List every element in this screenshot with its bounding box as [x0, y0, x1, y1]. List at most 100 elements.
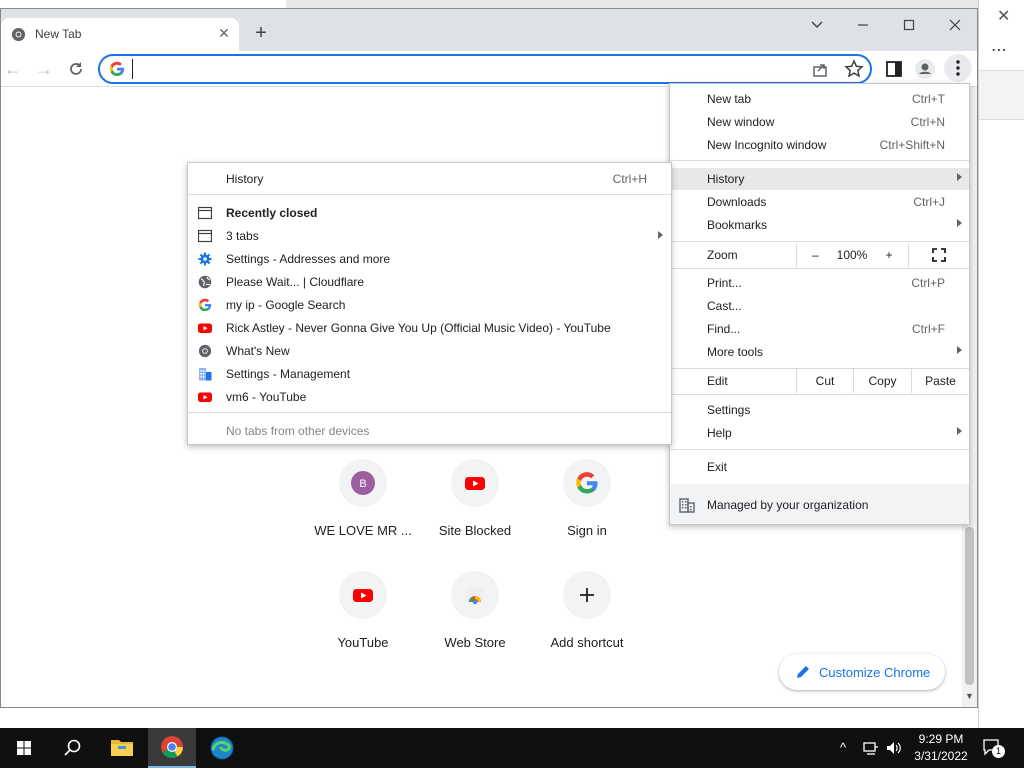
settings-gear-icon	[198, 252, 212, 266]
tray-chevron-icon[interactable]: ^	[840, 740, 846, 755]
side-panel-icon[interactable]	[882, 57, 906, 81]
scrollbar-thumb[interactable]	[965, 527, 974, 685]
menu-item-label: Find...	[707, 322, 741, 336]
scroll-down-icon[interactable]: ▼	[965, 691, 974, 701]
new-tab-button[interactable]: +	[249, 21, 273, 45]
youtube-icon	[465, 477, 485, 490]
menu-item-cast[interactable]: Cast...	[670, 295, 969, 317]
submenu-item-rick-astley[interactable]: Rick Astley - Never Gonna Give You Up (O…	[188, 317, 671, 339]
shortcut-site-blocked[interactable]: Site Blocked	[419, 459, 531, 559]
submenu-item-vm6-youtube[interactable]: vm6 - YouTube	[188, 386, 671, 408]
menu-item-settings[interactable]: Settings	[670, 399, 969, 421]
submenu-item-label: No tabs from other devices	[226, 424, 370, 438]
address-input[interactable]	[132, 59, 802, 79]
submenu-separator	[188, 194, 671, 195]
background-more-icon[interactable]: ⋯	[991, 40, 1008, 60]
shortcut-label: Sign in	[567, 523, 607, 538]
submenu-item-label: vm6 - YouTube	[226, 390, 307, 404]
menu-item-label: Settings	[707, 403, 751, 417]
background-window-edge	[286, 0, 978, 8]
file-explorer-button[interactable]	[98, 728, 146, 768]
submenu-item-my-ip[interactable]: my ip - Google Search	[188, 294, 671, 316]
menu-item-bookmarks[interactable]: Bookmarks	[670, 214, 969, 236]
menu-item-downloads[interactable]: Downloads Ctrl+J	[670, 191, 969, 213]
menu-item-new-tab[interactable]: New tab Ctrl+T	[670, 88, 969, 110]
maximize-button[interactable]	[886, 13, 932, 39]
background-close-icon[interactable]: ✕	[997, 6, 1010, 26]
profile-avatar-icon[interactable]	[913, 57, 937, 81]
customize-chrome-button[interactable]: Customize Chrome	[779, 654, 945, 690]
network-icon[interactable]	[863, 740, 879, 756]
submenu-item-settings-management[interactable]: Settings - Management	[188, 363, 671, 385]
shortcut-label: Add shortcut	[550, 635, 624, 650]
letter-b-avatar-icon: B	[351, 471, 375, 495]
managed-by-org[interactable]: Managed by your organization	[670, 484, 969, 524]
chrome-taskbar-button[interactable]	[148, 728, 196, 768]
omnibox[interactable]	[98, 54, 872, 84]
cut-button[interactable]: Cut	[796, 369, 853, 393]
search-icon	[64, 739, 81, 756]
edge-taskbar-button[interactable]	[198, 728, 246, 768]
windows-logo-icon	[17, 741, 31, 755]
menu-item-label: Exit	[707, 460, 728, 474]
forward-button[interactable]: →	[32, 57, 56, 81]
submenu-item-settings-addresses[interactable]: Settings - Addresses and more	[188, 248, 671, 270]
back-button[interactable]: ←	[1, 57, 25, 81]
menu-item-label: New tab	[707, 92, 752, 106]
menu-item-new-incognito[interactable]: New Incognito window Ctrl+Shift+N	[670, 134, 969, 156]
tab-search-icon[interactable]	[794, 13, 840, 39]
copy-button[interactable]: Copy	[853, 369, 911, 393]
tab-window-icon	[198, 206, 212, 220]
building-icon	[199, 368, 212, 381]
zoom-in-button[interactable]: +	[870, 243, 908, 267]
shortcut-we-love-mr[interactable]: B WE LOVE MR ...	[307, 459, 419, 559]
volume-icon[interactable]	[886, 740, 902, 756]
submenu-item-whats-new[interactable]: What's New	[188, 340, 671, 362]
shortcut-label: Web Store	[444, 635, 506, 650]
zoom-out-button[interactable]: –	[796, 243, 834, 267]
menu-item-more-tools[interactable]: More tools	[670, 341, 969, 363]
menu-item-new-window[interactable]: New window Ctrl+N	[670, 111, 969, 133]
start-button[interactable]	[0, 728, 48, 768]
shortcut-sign-in[interactable]: Sign in	[531, 459, 643, 559]
menu-item-history[interactable]: History	[670, 168, 969, 190]
shortcut-tile	[451, 459, 499, 507]
reload-button[interactable]	[64, 57, 88, 81]
google-icon	[576, 472, 598, 494]
menu-item-help[interactable]: Help	[670, 422, 969, 444]
tab-close-icon[interactable]: ✕	[215, 24, 233, 42]
menu-item-print[interactable]: Print... Ctrl+P	[670, 272, 969, 294]
customize-chrome-label: Customize Chrome	[819, 665, 931, 680]
paste-button[interactable]: Paste	[911, 369, 969, 393]
chrome-main-menu: New tab Ctrl+T New window Ctrl+N New Inc…	[669, 83, 970, 525]
share-icon[interactable]	[810, 60, 830, 80]
submenu-item-label: Please Wait... | Cloudflare	[226, 275, 365, 289]
search-button[interactable]	[48, 728, 96, 768]
submenu-item-cloudflare[interactable]: Please Wait... | Cloudflare	[188, 271, 671, 293]
menu-item-exit[interactable]: Exit	[670, 456, 969, 478]
submenu-item-3-tabs[interactable]: 3 tabs	[188, 225, 671, 247]
submenu-arrow-icon	[957, 219, 962, 227]
submenu-item-label: my ip - Google Search	[226, 298, 346, 312]
no-tabs-from-devices: No tabs from other devices	[188, 420, 671, 442]
shortcut-web-store[interactable]: Web Store	[419, 571, 531, 671]
submenu-item-label: Settings - Management	[226, 367, 351, 381]
submenu-item-history[interactable]: History Ctrl+H	[188, 168, 671, 190]
bookmark-star-icon[interactable]	[844, 59, 864, 79]
add-shortcut-button[interactable]: Add shortcut	[531, 571, 643, 671]
fullscreen-button[interactable]	[908, 243, 969, 267]
shortcut-youtube[interactable]: YouTube	[307, 571, 419, 671]
tab-new-tab[interactable]: New Tab ✕	[1, 18, 239, 51]
chrome-menu-button[interactable]	[944, 54, 972, 82]
toolbar: ← →	[1, 51, 977, 87]
shortcut-tile	[563, 571, 611, 619]
history-submenu: History Ctrl+H Recently closed 3 tabs Se…	[187, 162, 672, 445]
menu-item-shortcut: Ctrl+P	[911, 276, 945, 290]
taskbar-clock[interactable]: 9:29 PM 3/31/2022	[906, 731, 976, 765]
shortcut-label: WE LOVE MR ...	[314, 523, 412, 538]
menu-item-shortcut: Ctrl+Shift+N	[879, 138, 945, 152]
close-window-button[interactable]	[932, 13, 977, 39]
notification-center-button[interactable]: 1	[982, 738, 1006, 758]
minimize-button[interactable]	[840, 13, 886, 39]
menu-item-find[interactable]: Find... Ctrl+F	[670, 318, 969, 340]
